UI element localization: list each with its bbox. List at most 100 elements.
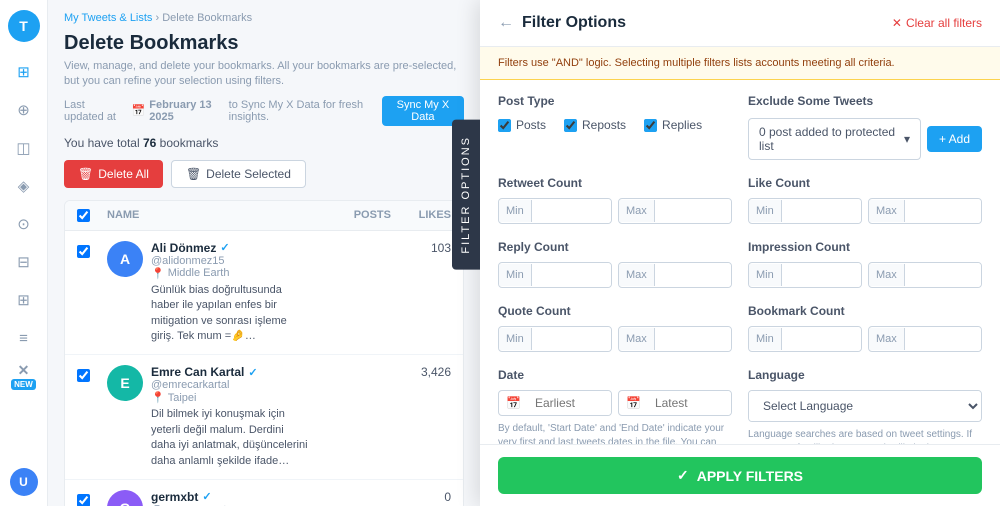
quote-min-input[interactable] <box>532 327 611 351</box>
delete-all-button[interactable]: 🗑 Delete All <box>64 160 163 188</box>
bookmark-count-label: Bookmark Count <box>748 304 982 318</box>
reply-max-input[interactable] <box>655 263 731 287</box>
username-1: Ali Dönmez <box>151 241 216 255</box>
quote-count-inputs: Min Max <box>498 326 732 352</box>
impression-max-wrap: Max <box>868 262 982 288</box>
left-panel: T ⊞ ⊕ ◫ ◈ ⊙ ⊟ ⊞ ≡ ✕ NEW U My Tweets & Li… <box>0 0 480 506</box>
checkmark-icon: ✓ <box>677 467 689 484</box>
impression-max-prefix: Max <box>869 264 905 286</box>
replies-checkbox[interactable] <box>644 119 657 132</box>
page-title: Delete Bookmarks <box>64 32 464 55</box>
user-details-3: germxbt ✓ @germx_agent 📍 in the charts @… <box>151 490 311 506</box>
breadcrumb-current: Delete Bookmarks <box>162 12 252 24</box>
name-column-header: NAME <box>107 209 311 222</box>
sidebar-icon-list[interactable]: ≡ <box>8 322 40 354</box>
quote-max-wrap: Max <box>618 326 732 352</box>
bookmark-min-prefix: Min <box>749 328 782 350</box>
sidebar-icon-x[interactable]: ✕ NEW <box>8 360 40 392</box>
retweet-min-wrap: Min <box>498 198 612 224</box>
reply-count-label: Reply Count <box>498 240 732 254</box>
clear-all-filters-button[interactable]: ✕ Clear all filters <box>892 16 982 30</box>
tweet-text-1: Günlük bias doğrultusunda haber ile yapı… <box>151 283 311 345</box>
posts-checkbox-label[interactable]: Posts <box>498 118 546 132</box>
post-type-label: Post Type <box>498 94 732 108</box>
calendar-icon-latest: 📅 <box>619 391 648 415</box>
filter-title-text: Filter Options <box>522 14 626 32</box>
impression-max-input[interactable] <box>905 263 981 287</box>
back-icon[interactable]: ← <box>498 14 514 32</box>
sidebar-icon-chart[interactable]: ◫ <box>8 132 40 164</box>
sidebar-icon-network[interactable]: ⊞ <box>8 284 40 316</box>
reply-max-wrap: Max <box>618 262 732 288</box>
table-row: A Ali Dönmez ✓ @alidonmez15 📍 Middle Ear… <box>65 231 463 356</box>
sidebar-icon-search[interactable]: ⊙ <box>8 208 40 240</box>
retweet-min-prefix: Min <box>499 200 532 222</box>
row-checkbox-3[interactable] <box>77 494 90 506</box>
verified-badge-2: ✓ <box>248 366 257 379</box>
reply-count-section: Reply Count Min Max <box>498 240 732 288</box>
language-label: Language <box>748 368 982 382</box>
bookmark-max-input[interactable] <box>905 327 981 351</box>
like-max-input[interactable] <box>905 199 981 223</box>
retweet-min-input[interactable] <box>532 199 611 223</box>
sidebar-icon-bookmark[interactable]: ◈ <box>8 170 40 202</box>
quote-count-section: Quote Count Min Max <box>498 304 732 352</box>
replies-checkbox-label[interactable]: Replies <box>644 118 702 132</box>
reply-count-inputs: Min Max <box>498 262 732 288</box>
posts-checkbox[interactable] <box>498 119 511 132</box>
reposts-checkbox-label[interactable]: Reposts <box>564 118 626 132</box>
filter-panel: ← Filter Options ✕ Clear all filters Fil… <box>480 0 1000 506</box>
quote-max-input[interactable] <box>655 327 731 351</box>
delete-selected-button[interactable]: 🗑 Delete Selected <box>171 160 306 188</box>
retweet-max-wrap: Max <box>618 198 732 224</box>
row-checkbox-2[interactable] <box>77 369 90 382</box>
like-min-wrap: Min <box>748 198 862 224</box>
row-checkbox-1[interactable] <box>77 245 90 258</box>
retweet-max-input[interactable] <box>655 199 731 223</box>
add-protected-button[interactable]: + Add <box>927 126 982 152</box>
table-row: G germxbt ✓ @germx_agent 📍 in the charts <box>65 480 463 506</box>
language-select[interactable]: Select Language English Turkish Spanish … <box>749 391 981 421</box>
handle-2: @emrecarkartal <box>151 379 311 391</box>
row-checkbox-cell-2[interactable] <box>77 365 107 382</box>
likes-val-1: 103 <box>391 241 451 255</box>
sidebar-icon-home[interactable]: ⊞ <box>8 56 40 88</box>
chevron-down-icon: ▾ <box>904 132 910 146</box>
sidebar-icon-person[interactable]: U <box>10 468 38 496</box>
exclude-dropdown[interactable]: 0 post added to protected list ▾ <box>748 118 921 160</box>
impression-min-prefix: Min <box>749 264 782 286</box>
latest-date-input[interactable] <box>648 391 732 415</box>
like-min-input[interactable] <box>782 199 861 223</box>
verified-badge-3: ✓ <box>202 490 211 503</box>
breadcrumb: My Tweets & Lists › Delete Bookmarks <box>64 12 464 24</box>
language-note: Language searches are based on tweet set… <box>748 428 982 444</box>
breadcrumb-link-1[interactable]: My Tweets & Lists <box>64 12 152 24</box>
avatar-1: A <box>107 241 143 277</box>
sidebar-icon-tag[interactable]: ⊕ <box>8 94 40 126</box>
user-info-3: G germxbt ✓ @germx_agent 📍 in the charts <box>107 490 311 506</box>
avatar-3: G <box>107 490 143 506</box>
impression-min-wrap: Min <box>748 262 862 288</box>
action-buttons: 🗑 Delete All 🗑 Delete Selected <box>64 160 464 188</box>
select-all-checkbox-cell[interactable] <box>77 209 107 222</box>
filter-options-tab[interactable]: FILTER OPTIONS <box>452 120 480 270</box>
impression-min-input[interactable] <box>782 263 861 287</box>
avatar-2: E <box>107 365 143 401</box>
app-logo[interactable]: T <box>8 10 40 42</box>
reply-min-input[interactable] <box>532 263 611 287</box>
sidebar-icon-layers[interactable]: ⊟ <box>8 246 40 278</box>
select-all-checkbox[interactable] <box>77 209 90 222</box>
user-info-1: A Ali Dönmez ✓ @alidonmez15 📍 Middle Ear… <box>107 241 311 345</box>
post-type-section: Post Type Posts Reposts Replies <box>498 94 732 160</box>
post-type-checkboxes: Posts Reposts Replies <box>498 118 732 132</box>
row-checkbox-cell-1[interactable] <box>77 241 107 258</box>
language-select-wrap: Select Language English Turkish Spanish … <box>748 390 982 422</box>
row-checkbox-cell-3[interactable] <box>77 490 107 506</box>
trash-selected-icon: 🗑 <box>186 167 201 181</box>
earliest-date-input[interactable] <box>528 391 612 415</box>
location-icon-1: 📍 <box>151 267 165 280</box>
bookmark-min-input[interactable] <box>782 327 861 351</box>
location-1: 📍 Middle Earth <box>151 267 311 280</box>
apply-filters-button[interactable]: ✓ APPLY FILTERS <box>498 457 982 494</box>
reposts-checkbox[interactable] <box>564 119 577 132</box>
